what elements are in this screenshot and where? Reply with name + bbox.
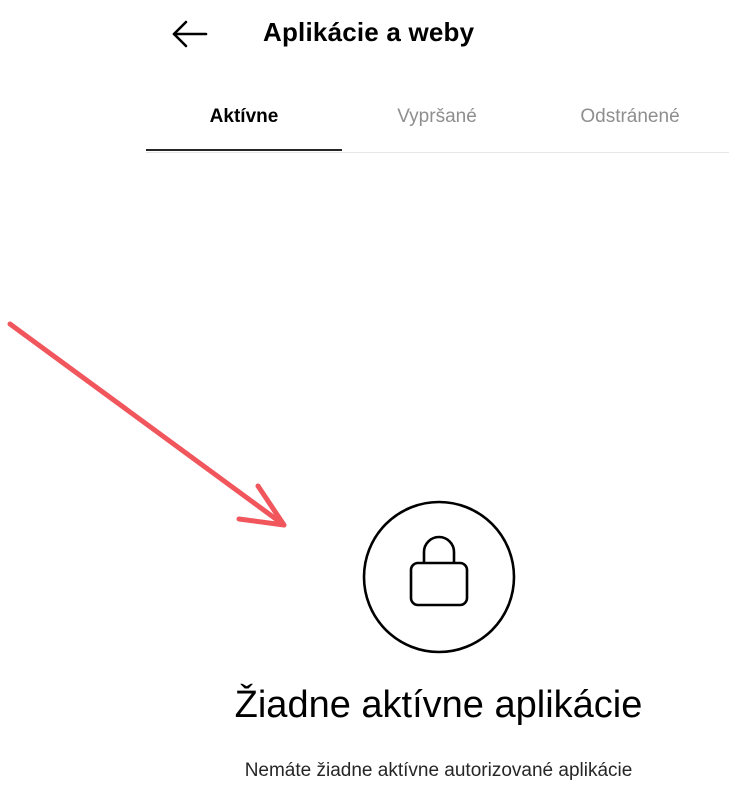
tab-active[interactable]: Aktívne [146,86,342,148]
active-tab-indicator [146,149,342,151]
empty-state-description: Nemáte žiadne aktívne autorizované aplik… [244,760,633,781]
tab-removed[interactable]: Odstránené [532,86,728,148]
apps-and-websites-screen: Aplikácie a weby Aktívne Vypršané Odstrá… [0,0,729,792]
tab-bar: Aktívne Vypršané Odstránené [146,86,729,153]
tab-expired[interactable]: Vypršané [342,86,532,148]
back-button[interactable] [166,14,214,54]
page-title: Aplikácie a weby [263,17,475,47]
red-arrow-annotation [7,321,287,528]
empty-state-title: Žiadne aktívne aplikácie [234,684,643,726]
lock-icon [362,500,516,654]
arrow-left-icon [172,20,208,48]
